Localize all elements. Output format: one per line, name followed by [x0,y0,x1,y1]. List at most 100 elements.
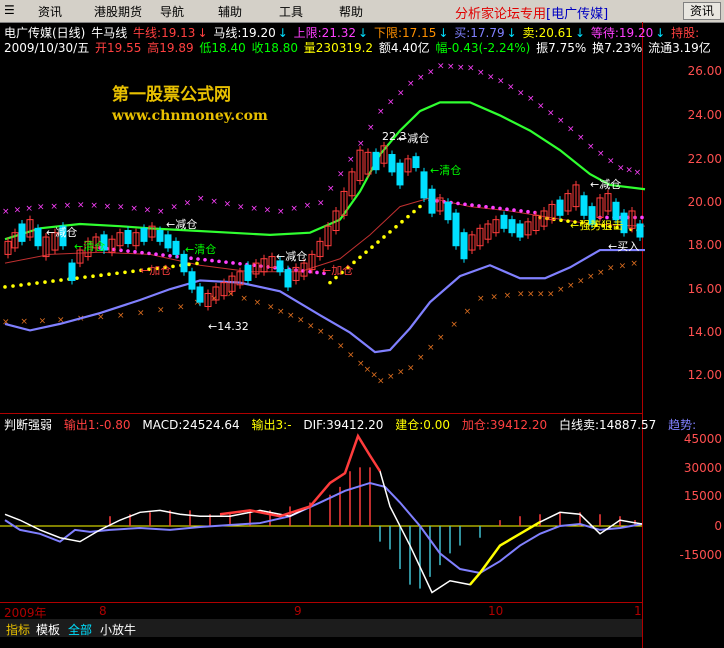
lower-band-marker: × [397,368,405,378]
lower-band-marker: × [337,342,345,352]
candle [460,232,468,260]
yellow-signal-dot [123,270,127,275]
candle [556,199,564,216]
upper-band-marker: × [327,184,335,194]
lower-band-marker: × [619,261,627,271]
upper-band-marker: × [367,123,375,133]
upper-band-marker: × [427,67,435,77]
lower-band-marker: × [240,294,248,304]
signal-label: ←减仓 [398,132,430,145]
yellow-signal-dot [91,274,95,278]
lower-band-marker: × [567,281,575,291]
hold-value: 持股: [671,26,700,40]
add-value: 加仓:39412.20 [461,418,548,432]
yellow-signal-dot [328,280,332,285]
candle [452,212,460,247]
upper-band-marker: × [467,64,475,74]
yellow-signal-dot [83,275,87,279]
signal-label: ←清仓 [74,240,106,253]
news-button[interactable]: 资讯 [683,2,721,20]
magenta-signal-dot [315,270,319,275]
upper-band-marker: × [557,116,565,126]
price-tick: 14.00 [687,325,722,339]
tab-all[interactable]: 全部 [68,621,92,638]
menu-item-assist[interactable]: 辅助 [218,3,242,20]
quote-high: 高19.89 [147,41,194,55]
lower-band-marker: × [427,343,435,353]
candle [420,171,428,199]
magenta-signal-dot [519,209,523,213]
candle [636,223,644,238]
menu-item-hk-futures[interactable]: 港股期货 [94,3,142,20]
quote-amplitude: 振7.75% [536,41,587,55]
upper-band-marker: × [507,82,515,92]
upper-band-marker: × [347,155,355,165]
arrow-down-icon: ↓ [506,26,517,40]
arrow-down-icon: ↓ [277,26,288,40]
white-sell-value: 白线卖:14887.57 [558,418,657,432]
menu-item-news[interactable]: 资讯 [38,3,62,20]
magenta-signal-dot [133,250,137,254]
tab-template[interactable]: 模板 [36,621,60,638]
buy-value: 买:17.79 [454,26,505,40]
signal-label: ←加仓 [322,264,354,277]
watermark-url: www.chnmoney.com [112,108,268,124]
upper-band-marker: × [197,194,205,204]
candle [412,156,420,169]
system-icon[interactable]: ☰ [4,3,15,17]
upper-band-marker: × [587,142,595,152]
yellow-signal-dot [3,285,7,289]
time-tick: 8 [99,604,107,618]
yellow-signal-dot [35,281,39,285]
magenta-signal-dot [161,253,165,257]
upper-band-marker: × [2,207,10,217]
upper-band-marker: × [547,109,555,119]
lower-band-marker: × [157,305,165,315]
lower-band-marker: × [137,308,145,318]
upper-band-marker: × [290,204,298,214]
arrow-down-icon: ↓ [358,26,369,40]
upper-band-marker: × [497,77,505,87]
upper-band-marker: × [210,197,218,207]
price-tick: 12.00 [687,368,722,382]
indicator-chart[interactable] [0,414,724,602]
magenta-signal-dot [484,204,488,209]
candle [188,271,196,290]
price-tick: 20.00 [687,195,722,209]
upper-band-marker: × [50,202,58,212]
menu-item-help[interactable]: 帮助 [339,3,363,20]
price-tick: 18.00 [687,238,722,252]
upper-band-marker: × [130,204,138,214]
arrow-down-icon: ↓ [197,26,208,40]
signal-label: ←减仓 [166,218,198,231]
lower-band-marker: × [327,333,335,343]
candle [124,230,132,245]
magenta-signal-dot [477,204,481,208]
upper-band-marker: × [517,88,525,98]
magenta-signal-dot [154,252,158,257]
quote-change: 幅-0.43(-2.24%) [435,41,531,55]
lower-band-marker: × [437,333,445,343]
upper-band-marker: × [377,107,385,117]
tab-xiaofangniu[interactable]: 小放牛 [100,621,136,638]
upper-band-marker: × [184,198,192,208]
time-tick: 9 [294,604,302,618]
candle [18,223,26,242]
tab-indicator[interactable]: 指标 [6,621,30,638]
menu-item-tools[interactable]: 工具 [279,3,303,20]
menu-item-navigate[interactable]: 导航 [160,3,184,20]
upper-band-marker: × [14,206,22,216]
yellow-signal-dot [418,204,422,209]
upper-band-marker: × [237,203,245,213]
candle [196,286,204,303]
dif-value: DIF:39412.20 [303,418,384,432]
upper-band-marker: × [264,206,272,216]
upper-band-marker: × [417,73,425,83]
upper-band-marker: × [64,201,72,211]
indicator-tick: -15000 [679,548,722,562]
upper-band-marker: × [387,98,395,108]
price-tick: 16.00 [687,282,722,296]
lower-band-marker: × [407,363,415,373]
magenta-signal-dot [210,258,214,263]
signal-label: ←减仓 [46,226,78,239]
